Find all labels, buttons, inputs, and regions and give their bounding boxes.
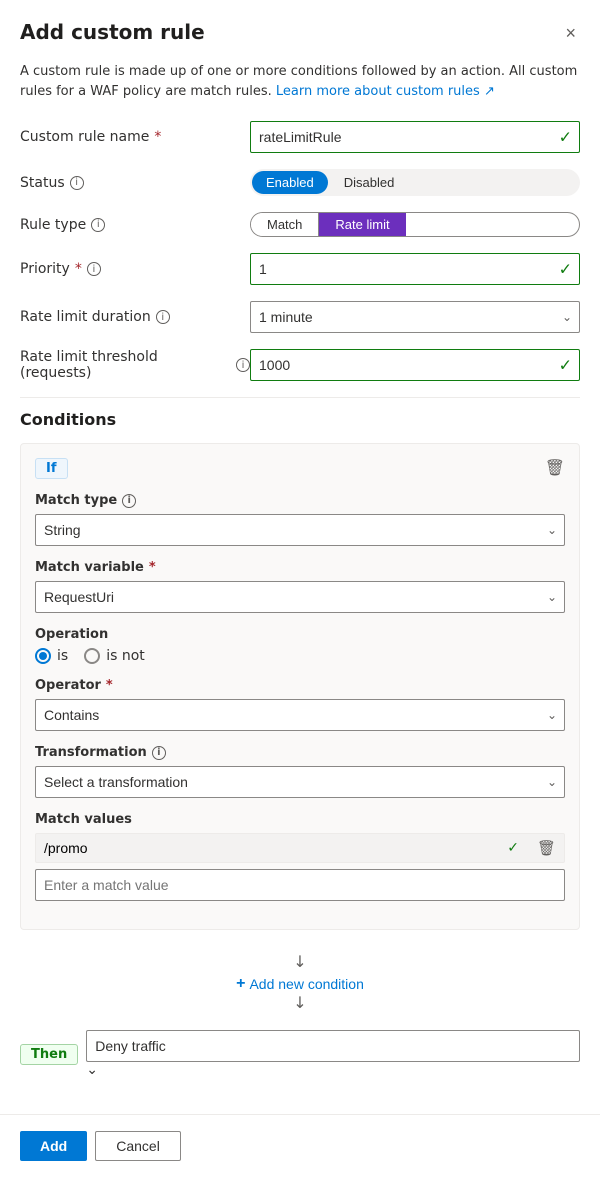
- match-value-delete-icon[interactable]: 🗑: [529, 839, 564, 857]
- operation-is-option[interactable]: is: [35, 648, 68, 664]
- rule-name-input[interactable]: [250, 121, 580, 153]
- match-type-info-icon[interactable]: i: [122, 494, 136, 508]
- match-variable-label: Match variable *: [35, 560, 565, 575]
- rule-type-info-icon[interactable]: i: [91, 218, 105, 232]
- close-button[interactable]: ×: [561, 20, 580, 46]
- add-condition-area: ↓ + Add new condition ↓: [20, 942, 580, 1026]
- operator-required: *: [106, 678, 113, 693]
- footer: Add Cancel: [0, 1114, 600, 1177]
- match-value-new-input[interactable]: [35, 869, 565, 901]
- rate-limit-threshold-input[interactable]: [250, 349, 580, 381]
- if-badge: If: [35, 458, 68, 479]
- match-values-group: Match values ✓ 🗑: [35, 812, 565, 901]
- operation-is-not-radio[interactable]: [84, 648, 100, 664]
- transformation-info-icon[interactable]: i: [152, 746, 166, 760]
- add-condition-plus-icon: +: [236, 975, 245, 993]
- then-row: Then Deny traffic ⌄: [20, 1030, 580, 1078]
- operation-is-radio[interactable]: [35, 648, 51, 664]
- rate-limit-duration-select[interactable]: 1 minute: [250, 301, 580, 333]
- rate-limit-threshold-info-icon[interactable]: i: [236, 358, 250, 372]
- then-action-chevron-icon: ⌄: [86, 1062, 98, 1078]
- match-type-select[interactable]: String: [35, 514, 565, 546]
- cancel-button[interactable]: Cancel: [95, 1131, 181, 1161]
- below-add-condition-arrow-icon: ↓: [20, 993, 580, 1012]
- panel-title: Add custom rule: [20, 20, 205, 44]
- rule-type-group: Match Rate limit: [250, 212, 580, 237]
- match-value-input-1[interactable]: [36, 834, 497, 862]
- match-values-label: Match values: [35, 812, 565, 827]
- then-badge: Then: [20, 1044, 78, 1065]
- priority-check-icon: ✓: [559, 260, 572, 279]
- priority-input[interactable]: [250, 253, 580, 285]
- required-indicator: *: [154, 129, 161, 145]
- rate-limit-threshold-label: Rate limit threshold (requests) i: [20, 349, 250, 381]
- description-text: A custom rule is made up of one or more …: [20, 62, 580, 101]
- add-condition-arrow-icon: ↓: [20, 952, 580, 971]
- add-condition-button[interactable]: + Add new condition: [236, 975, 364, 993]
- conditions-divider: [20, 397, 580, 398]
- priority-info-icon[interactable]: i: [87, 262, 101, 276]
- then-action-select[interactable]: Deny traffic: [86, 1030, 580, 1062]
- rule-name-label: Custom rule name *: [20, 129, 250, 145]
- match-value-new-row: [35, 869, 565, 901]
- add-button[interactable]: Add: [20, 1131, 87, 1161]
- conditions-section-title: Conditions: [20, 410, 580, 429]
- priority-required-indicator: *: [75, 261, 82, 277]
- priority-label: Priority * i: [20, 261, 250, 277]
- match-value-row: ✓ 🗑: [35, 833, 565, 863]
- status-enabled-button[interactable]: Enabled: [252, 171, 328, 194]
- match-type-group: Match type i String ⌄: [35, 493, 565, 546]
- rule-type-rate-limit-button[interactable]: Rate limit: [319, 213, 405, 236]
- status-disabled-button[interactable]: Disabled: [330, 171, 409, 194]
- operation-radio-group: is is not: [35, 648, 565, 664]
- operation-is-not-option[interactable]: is not: [84, 648, 145, 664]
- match-variable-select[interactable]: RequestUri: [35, 581, 565, 613]
- transformation-group: Transformation i Select a transformation…: [35, 745, 565, 798]
- rate-limit-duration-info-icon[interactable]: i: [156, 310, 170, 324]
- operator-label: Operator *: [35, 678, 565, 693]
- then-action-select-wrapper: Deny traffic ⌄: [86, 1030, 580, 1078]
- match-value-check-icon: ✓: [503, 840, 523, 856]
- rule-name-wrapper: ✓: [250, 121, 580, 153]
- operator-group: Operator * Contains ⌄: [35, 678, 565, 731]
- match-variable-group: Match variable * RequestUri ⌄: [35, 560, 565, 613]
- learn-more-link[interactable]: Learn more about custom rules ↗: [276, 84, 495, 99]
- match-type-label: Match type i: [35, 493, 565, 508]
- operator-select-wrapper: Contains ⌄: [35, 699, 565, 731]
- operation-group: Operation is is not: [35, 627, 565, 664]
- rule-type-match-button[interactable]: Match: [251, 213, 319, 236]
- delete-condition-icon[interactable]: 🗑: [545, 458, 565, 477]
- rule-type-label: Rule type i: [20, 217, 250, 233]
- status-toggle-group: Enabled Disabled: [250, 169, 580, 196]
- valid-check-icon: ✓: [559, 128, 572, 147]
- rate-limit-threshold-wrapper: ✓: [250, 349, 580, 381]
- rate-limit-duration-label: Rate limit duration i: [20, 309, 250, 325]
- transformation-select[interactable]: Select a transformation: [35, 766, 565, 798]
- rate-limit-duration-select-wrapper: 1 minute ⌄: [250, 301, 580, 333]
- match-type-select-wrapper: String ⌄: [35, 514, 565, 546]
- status-info-icon[interactable]: i: [70, 176, 84, 190]
- match-variable-required: *: [149, 560, 156, 575]
- operation-label: Operation: [35, 627, 565, 642]
- match-variable-select-wrapper: RequestUri ⌄: [35, 581, 565, 613]
- priority-wrapper: ✓: [250, 253, 580, 285]
- transformation-label: Transformation i: [35, 745, 565, 760]
- condition-card: If 🗑 Match type i String ⌄ Match variabl…: [20, 443, 580, 930]
- transformation-select-wrapper: Select a transformation ⌄: [35, 766, 565, 798]
- status-label: Status i: [20, 175, 250, 191]
- operator-select[interactable]: Contains: [35, 699, 565, 731]
- rate-limit-threshold-check-icon: ✓: [559, 356, 572, 375]
